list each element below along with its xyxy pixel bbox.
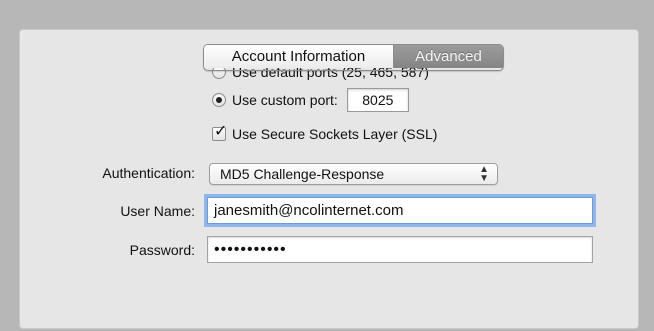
advanced-settings-panel: Account Information Advanced Use default…: [19, 29, 639, 329]
password-label: Password:: [129, 242, 195, 258]
custom-port-radio[interactable]: [212, 93, 226, 107]
ssl-checkbox[interactable]: ✓: [212, 123, 227, 141]
tab-advanced[interactable]: Advanced: [394, 45, 503, 68]
authentication-popup[interactable]: MD5 Challenge-Response ▲ ▼: [209, 163, 498, 185]
ssl-label: Use Secure Sockets Layer (SSL): [232, 126, 438, 142]
tab-bar: Account Information Advanced: [203, 44, 504, 71]
user-name-label: User Name:: [120, 203, 195, 219]
custom-port-label: Use custom port:: [232, 92, 338, 108]
password-input[interactable]: •••••••••••: [207, 236, 593, 263]
popup-arrows-icon: ▲ ▼: [479, 164, 489, 184]
custom-port-option[interactable]: Use custom port: 8025: [212, 88, 409, 112]
ssl-option[interactable]: ✓ Use Secure Sockets Layer (SSL): [212, 123, 438, 142]
custom-port-input[interactable]: 8025: [346, 88, 409, 112]
checkmark-icon: ✓: [214, 123, 228, 140]
tab-account-information[interactable]: Account Information: [204, 45, 394, 68]
authentication-value: MD5 Challenge-Response: [220, 166, 385, 182]
authentication-label: Authentication:: [102, 165, 195, 181]
user-name-input[interactable]: janesmith@ncolinternet.com: [207, 197, 593, 224]
